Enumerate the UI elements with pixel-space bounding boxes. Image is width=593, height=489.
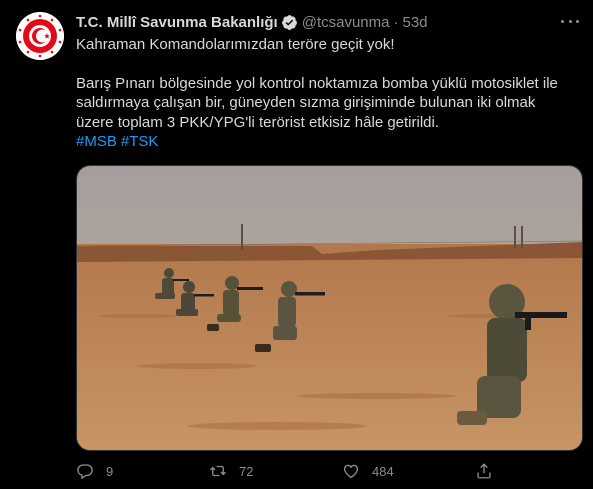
- hashtags: #MSB #TSK: [76, 132, 576, 152]
- tweet-time[interactable]: 53d: [402, 14, 427, 31]
- like-count: 484: [372, 463, 394, 479]
- share-button[interactable]: [475, 462, 505, 480]
- tweet-photo[interactable]: [76, 165, 583, 451]
- share-icon: [477, 463, 491, 479]
- author-name[interactable]: T.C. Millî Savunma Bakanlığı: [76, 14, 278, 31]
- msb-logo: [16, 12, 64, 60]
- heart-icon: [343, 464, 359, 479]
- retweet-count: 72: [239, 463, 254, 479]
- hashtag-msb[interactable]: #MSB: [76, 133, 117, 150]
- tweet-header: T.C. Millî Savunma Bakanlığı @tcsavunma …: [76, 12, 428, 32]
- more-icon[interactable]: [561, 12, 579, 30]
- separator-dot: ·: [393, 13, 399, 31]
- reply-icon: [77, 464, 93, 480]
- like-button[interactable]: 484: [342, 462, 394, 480]
- soldiers-photo: [77, 166, 582, 450]
- retweet-icon: [210, 465, 226, 477]
- tweet[interactable]: T.C. Millî Savunma Bakanlığı @tcsavunma …: [0, 0, 593, 489]
- hashtag-tsk[interactable]: #TSK: [121, 133, 159, 150]
- reply-count: 9: [106, 463, 114, 479]
- tweet-paragraph: Barış Pınarı bölgesinde yol kontrol nokt…: [76, 74, 558, 131]
- tweet-actions: 9 72 484: [76, 462, 583, 484]
- tweet-text: Kahraman Komandolarımızdan teröre geçit …: [76, 35, 576, 152]
- reply-button[interactable]: 9: [76, 462, 113, 480]
- author-handle[interactable]: @tcsavunma: [302, 14, 390, 31]
- tweet-line1: Kahraman Komandolarımızdan teröre geçit …: [76, 36, 395, 53]
- retweet-button[interactable]: 72: [209, 462, 253, 480]
- verified-badge-icon: [281, 14, 297, 30]
- avatar[interactable]: [16, 12, 64, 60]
